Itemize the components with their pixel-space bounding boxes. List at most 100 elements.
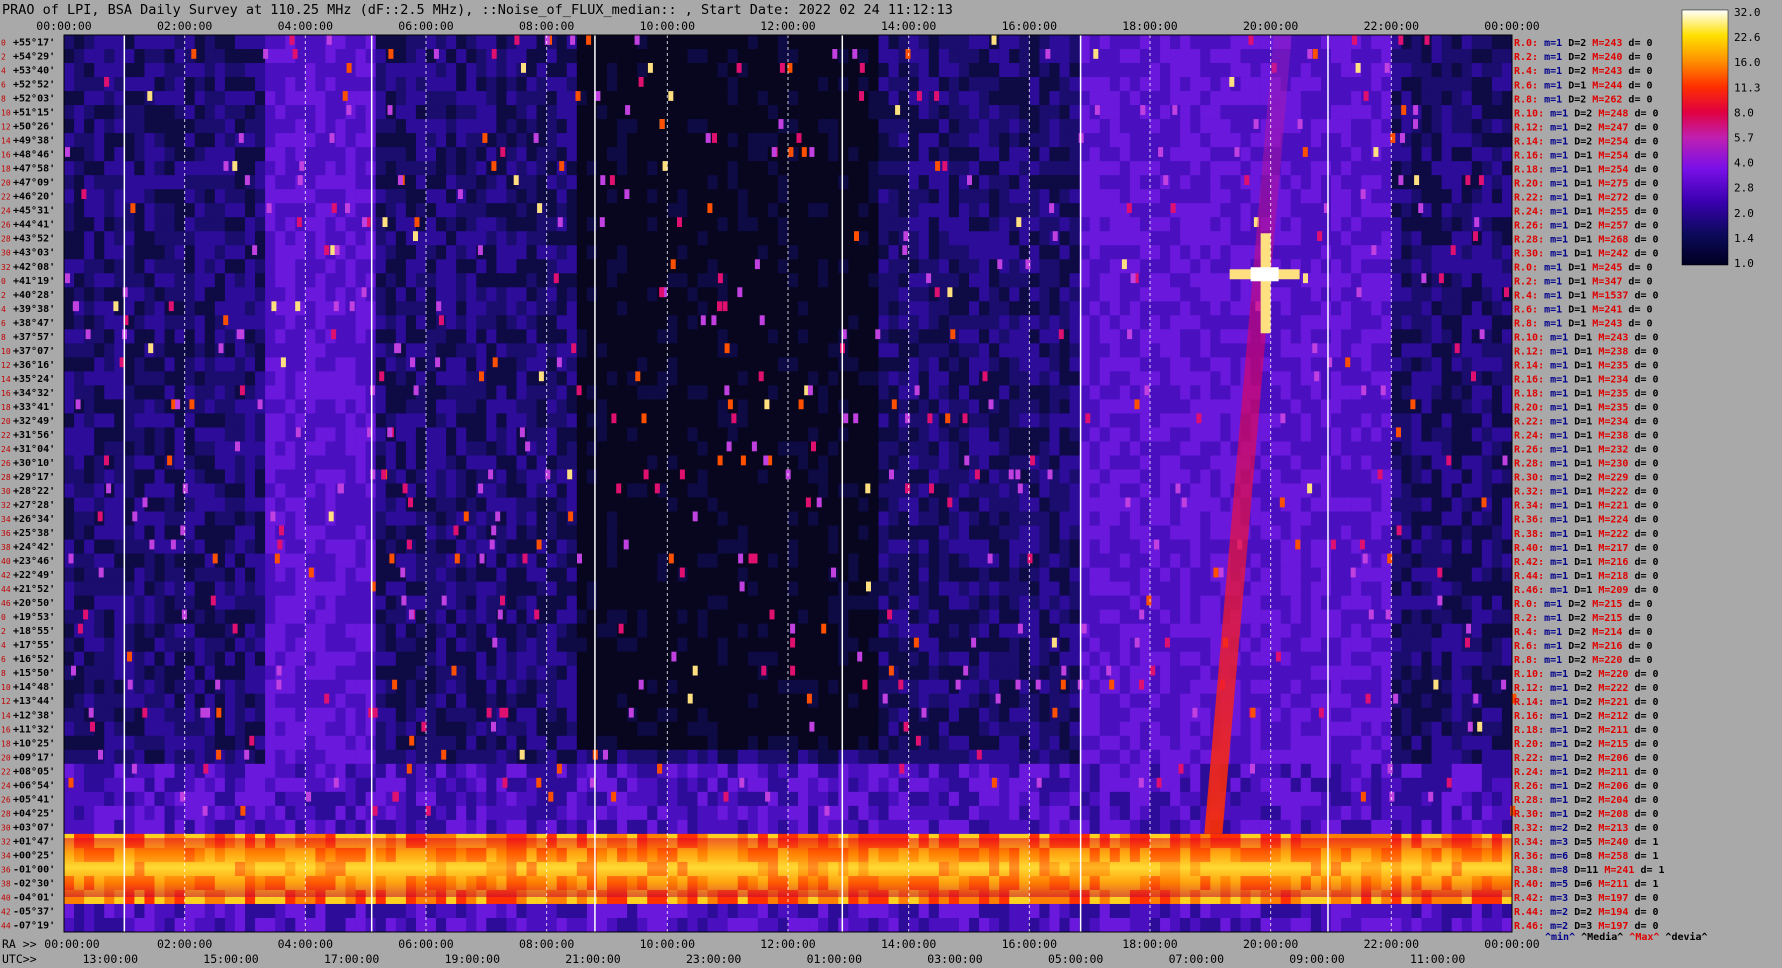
- row-stat-dv: d= 1: [1628, 837, 1658, 848]
- row-stat-m: m=1: [1544, 739, 1568, 750]
- row-stat-d: D=2: [1568, 473, 1592, 484]
- row-stat-mx: M=268: [1592, 234, 1628, 245]
- row-stat: R.10: m=1 D=1 M=243 d= 0: [1514, 333, 1659, 344]
- row-stat-d: D=1: [1568, 403, 1592, 414]
- row-stat-mx: M=211: [1592, 879, 1628, 890]
- row-stat-dv: d= 0: [1628, 711, 1658, 722]
- ra-axis-tick: 14:00:00: [881, 937, 936, 951]
- beam-number: 44: [1, 585, 11, 594]
- row-stat: R.36: m=6 D=8 M=258 d= 1: [1514, 851, 1659, 862]
- row-stat-r: R.40:: [1514, 543, 1544, 554]
- row-stat-dv: d= 0: [1628, 585, 1658, 596]
- declination-label: +00°25': [13, 850, 55, 861]
- beam-number: 28: [1, 809, 11, 818]
- row-stat-d: D=2: [1568, 108, 1592, 119]
- beam-number: 30: [1, 823, 11, 832]
- row-stat-m: m=1: [1544, 809, 1568, 820]
- stat-legend-median: ^Media^: [1575, 931, 1623, 943]
- row-stat-mx: M=238: [1592, 431, 1628, 442]
- utc-axis-tick: 21:00:00: [565, 952, 620, 966]
- colorbar-tick: 11.3: [1734, 81, 1761, 94]
- row-stat-m: m=1: [1538, 66, 1562, 77]
- beam-number: 26: [1, 221, 11, 230]
- row-stat: R.16: m=1 D=2 M=212 d= 0: [1514, 711, 1659, 722]
- declination-label: +16°52': [13, 654, 55, 665]
- row-stat-mx: M=262: [1586, 94, 1622, 105]
- row-stat-m: m=1: [1544, 515, 1568, 526]
- utc-axis-tick: 11:00:00: [1410, 952, 1465, 966]
- colorbar-tick: 2.8: [1734, 182, 1754, 195]
- beam-number: 36: [1, 529, 11, 538]
- row-stat-dv: d= 1: [1628, 879, 1658, 890]
- row-stat-r: R.10:: [1514, 669, 1544, 680]
- row-stat-dv: d= 0: [1628, 473, 1658, 484]
- row-stat-dv: d= 0: [1628, 136, 1658, 147]
- declination-label: +36°16': [13, 360, 55, 371]
- beam-number: 38: [1, 543, 11, 552]
- row-stat-r: R.12:: [1514, 347, 1544, 358]
- row-stat-mx: M=245: [1586, 262, 1622, 273]
- row-stat-d: D=2: [1568, 907, 1592, 918]
- beam-number: 22: [1, 193, 11, 202]
- row-stat-dv: d= 0: [1628, 487, 1658, 498]
- row-stat-dv: d= 0: [1628, 361, 1658, 372]
- row-stat-mx: M=208: [1592, 809, 1628, 820]
- beam-number: 4: [1, 641, 6, 650]
- row-stat-dv: d= 1: [1634, 865, 1664, 876]
- row-stat-m: m=1: [1544, 445, 1568, 456]
- colorbar-tick: 22.6: [1734, 31, 1761, 44]
- row-stat-d: D=1: [1568, 192, 1592, 203]
- row-stat-d: D=1: [1562, 290, 1586, 301]
- row-stat-mx: M=234: [1592, 375, 1628, 386]
- declination-label: +40°28': [13, 290, 55, 301]
- row-stat-m: m=1: [1544, 487, 1568, 498]
- row-stat-r: R.26:: [1514, 220, 1544, 231]
- top-axis-tick: 04:00:00: [278, 19, 333, 33]
- beam-number: 0: [1, 613, 6, 622]
- row-stat-r: R.36:: [1514, 851, 1544, 862]
- row-stat-d: D=11: [1568, 865, 1598, 876]
- row-stat-d: D=1: [1562, 305, 1586, 316]
- beam-number: 40: [1, 557, 11, 566]
- row-stat: R.12: m=1 D=2 M=222 d= 0: [1514, 683, 1659, 694]
- row-stat-m: m=1: [1538, 641, 1562, 652]
- row-stat-d: D=2: [1568, 725, 1592, 736]
- top-axis-tick: 18:00:00: [1122, 19, 1177, 33]
- beam-number: 28: [1, 235, 11, 244]
- row-stat-dv: d= 0: [1622, 613, 1652, 624]
- row-stat-d: D=2: [1562, 52, 1586, 63]
- declination-label: +17°55': [13, 640, 55, 651]
- row-stat-dv: d= 0: [1628, 767, 1658, 778]
- row-stat-dv: d= 0: [1628, 571, 1658, 582]
- row-stat: R.4: m=1 D=2 M=214 d= 0: [1514, 627, 1653, 638]
- row-stat-dv: d= 0: [1628, 234, 1658, 245]
- row-stat-d: D=1: [1568, 543, 1592, 554]
- row-stat-d: D=1: [1568, 178, 1592, 189]
- declination-label: +13°44': [13, 696, 55, 707]
- beam-number: 0: [1, 277, 6, 286]
- row-stat-r: R.8:: [1514, 655, 1538, 666]
- row-stat-m: m=1: [1538, 52, 1562, 63]
- row-stat-d: D=1: [1568, 206, 1592, 217]
- declination-label: +19°53': [13, 612, 55, 623]
- declination-label: +31°56': [13, 430, 55, 441]
- declination-label: +52°52': [13, 80, 55, 91]
- row-stat-r: R.22:: [1514, 192, 1544, 203]
- beam-number: 42: [1, 571, 11, 580]
- row-stat-d: D=1: [1568, 487, 1592, 498]
- row-stat-mx: M=221: [1592, 501, 1628, 512]
- row-stat-d: D=1: [1562, 276, 1586, 287]
- row-stat-dv: d= 0: [1628, 248, 1658, 259]
- row-stat-r: R.24:: [1514, 767, 1544, 778]
- row-stat-dv: d= 1: [1628, 851, 1658, 862]
- row-stat-r: R.4:: [1514, 290, 1538, 301]
- declination-label: +28°22': [13, 486, 55, 497]
- row-stat-r: R.46:: [1514, 921, 1544, 932]
- declination-label: +51°15': [13, 108, 55, 119]
- row-stat-dv: d= 0: [1628, 347, 1658, 358]
- row-stat-d: D=1: [1568, 164, 1592, 175]
- declination-label: +23°46': [13, 556, 55, 567]
- row-stat-mx: M=220: [1586, 655, 1622, 666]
- row-stat: R.32: m=1 D=1 M=222 d= 0: [1514, 487, 1659, 498]
- beam-number: 32: [1, 501, 11, 510]
